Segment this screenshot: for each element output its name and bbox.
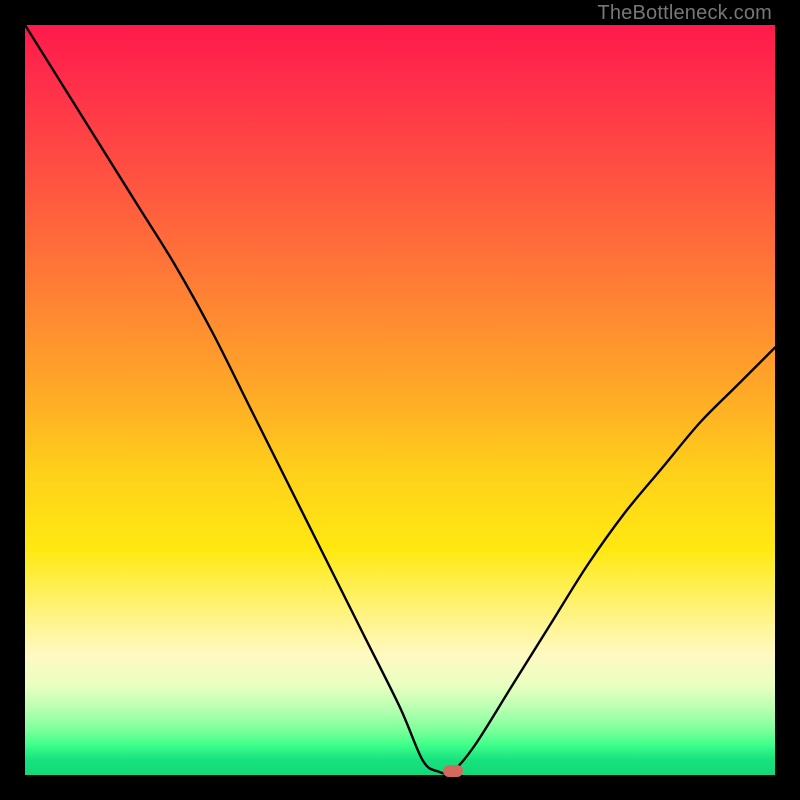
bottleneck-curve xyxy=(25,25,775,775)
plot-area xyxy=(25,25,775,775)
optimum-marker xyxy=(443,765,463,777)
chart-frame: TheBottleneck.com xyxy=(0,0,800,800)
watermark-label: TheBottleneck.com xyxy=(597,2,772,25)
